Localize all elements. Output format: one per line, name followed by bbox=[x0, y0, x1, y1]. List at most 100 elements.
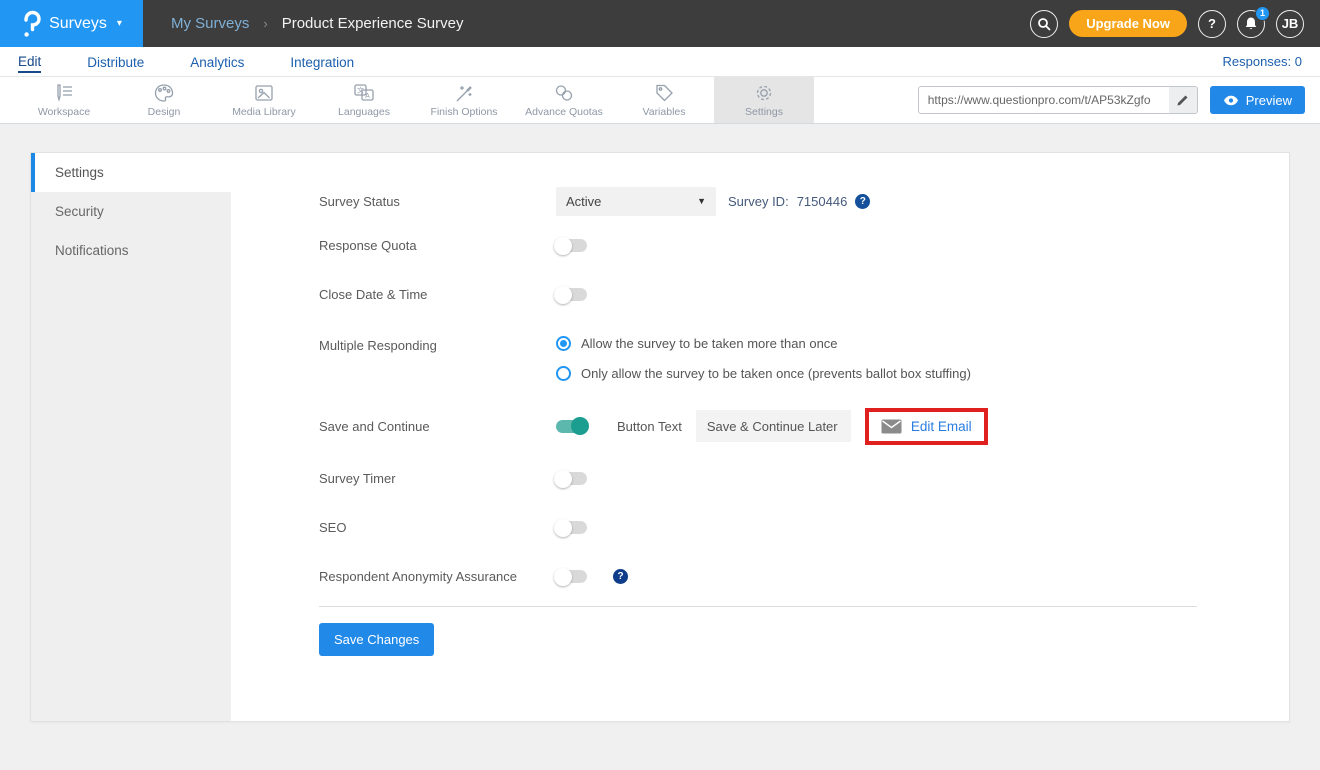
button-text-input[interactable] bbox=[696, 410, 851, 442]
preview-label: Preview bbox=[1246, 93, 1292, 108]
toolbar-label: Workspace bbox=[38, 106, 90, 118]
survey-id-help-icon[interactable]: ? bbox=[855, 194, 870, 209]
sidebar-item-label: Notifications bbox=[55, 243, 129, 258]
search-button[interactable] bbox=[1030, 10, 1058, 38]
radio-option-only-once[interactable]: Only allow the survey to be taken once (… bbox=[556, 366, 971, 381]
toolbar-label: Media Library bbox=[232, 106, 296, 118]
toolbar-item-languages[interactable]: 文 A Languages bbox=[314, 77, 414, 123]
settings-panel: Settings Security Notifications Survey S… bbox=[30, 152, 1290, 722]
radio-option-label: Allow the survey to be taken more than o… bbox=[581, 336, 838, 351]
toolbar-item-finish-options[interactable]: Finish Options bbox=[414, 77, 514, 123]
multiple-responding-options: Allow the survey to be taken more than o… bbox=[556, 336, 971, 381]
header-actions: Upgrade Now ? 1 JB bbox=[1030, 10, 1320, 38]
toggle-knob bbox=[571, 417, 589, 435]
survey-id-value: 7150446 bbox=[797, 194, 848, 209]
toggle-knob bbox=[554, 286, 572, 304]
edit-email-link[interactable]: Edit Email bbox=[911, 419, 972, 434]
question-mark-icon: ? bbox=[1208, 16, 1216, 31]
survey-timer-row: Survey Timer bbox=[319, 471, 1197, 486]
toolbar-right: Preview bbox=[918, 77, 1320, 123]
tag-icon bbox=[653, 83, 675, 103]
toolbar-label: Languages bbox=[338, 106, 390, 118]
toolbar-item-settings[interactable]: Settings bbox=[714, 77, 814, 123]
response-quota-toggle[interactable] bbox=[556, 239, 587, 252]
notification-count-badge: 1 bbox=[1255, 6, 1270, 21]
settings-sidebar: Settings Security Notifications bbox=[31, 153, 231, 721]
survey-timer-toggle[interactable] bbox=[556, 472, 587, 485]
magic-wand-icon bbox=[453, 83, 475, 103]
response-quota-row: Response Quota bbox=[319, 238, 1197, 253]
sidebar-item-notifications[interactable]: Notifications bbox=[31, 231, 231, 270]
save-and-continue-row: Save and Continue Button Text Edit Email bbox=[319, 409, 1197, 443]
sidebar-item-settings[interactable]: Settings bbox=[31, 153, 231, 192]
sidebar-item-label: Settings bbox=[55, 165, 104, 180]
anonymity-toggle[interactable] bbox=[556, 570, 587, 583]
section-nav: Edit Distribute Analytics Integration Re… bbox=[0, 47, 1320, 76]
survey-id-group: Survey ID: 7150446 ? bbox=[728, 194, 870, 209]
edit-toolbar: Workspace Design Media Library 文 A Langu… bbox=[0, 76, 1320, 124]
user-avatar[interactable]: JB bbox=[1276, 10, 1304, 38]
toolbar-item-media-library[interactable]: Media Library bbox=[214, 77, 314, 123]
toolbar-item-advance-quotas[interactable]: Advance Quotas bbox=[514, 77, 614, 123]
edit-email-highlight-box: Edit Email bbox=[865, 408, 988, 445]
radio-unselected-icon bbox=[556, 366, 571, 381]
avatar-initials: JB bbox=[1282, 16, 1299, 31]
tab-edit[interactable]: Edit bbox=[18, 50, 41, 73]
form-divider bbox=[319, 606, 1197, 607]
seo-row: SEO bbox=[319, 520, 1197, 535]
breadcrumb-my-surveys[interactable]: My Surveys bbox=[171, 15, 249, 32]
anonymity-help-icon[interactable]: ? bbox=[613, 569, 628, 584]
design-palette-icon bbox=[153, 83, 175, 103]
top-header: Surveys ▾ My Surveys › Product Experienc… bbox=[0, 0, 1320, 47]
help-button[interactable]: ? bbox=[1198, 10, 1226, 38]
questionpro-logo-icon bbox=[21, 10, 41, 38]
sidebar-item-label: Security bbox=[55, 204, 104, 219]
toolbar-item-workspace[interactable]: Workspace bbox=[14, 77, 114, 123]
toolbar-label: Settings bbox=[745, 106, 783, 118]
close-date-label: Close Date & Time bbox=[319, 287, 556, 302]
seo-toggle[interactable] bbox=[556, 521, 587, 534]
response-quota-label: Response Quota bbox=[319, 238, 556, 253]
survey-status-row: Survey Status Active ▼ Survey ID: 715044… bbox=[319, 186, 1197, 216]
survey-status-dropdown[interactable]: Active ▼ bbox=[556, 187, 716, 216]
upgrade-now-button[interactable]: Upgrade Now bbox=[1069, 10, 1187, 37]
sidebar-item-security[interactable]: Security bbox=[31, 192, 231, 231]
workspace-icon bbox=[53, 83, 75, 103]
seo-label: SEO bbox=[319, 520, 556, 535]
breadcrumb-current-survey: Product Experience Survey bbox=[282, 15, 464, 32]
preview-button[interactable]: Preview bbox=[1210, 86, 1305, 114]
product-switcher[interactable]: Surveys ▾ bbox=[0, 0, 143, 47]
toolbar-label: Finish Options bbox=[430, 106, 497, 118]
tab-integration[interactable]: Integration bbox=[290, 51, 354, 72]
search-icon bbox=[1037, 17, 1051, 31]
radio-option-label: Only allow the survey to be taken once (… bbox=[581, 366, 971, 381]
tab-analytics[interactable]: Analytics bbox=[190, 51, 244, 72]
toolbar-label: Design bbox=[148, 106, 181, 118]
settings-gear-icon bbox=[753, 83, 775, 103]
notifications-button[interactable]: 1 bbox=[1237, 10, 1265, 38]
survey-url-box bbox=[918, 86, 1198, 114]
survey-timer-label: Survey Timer bbox=[319, 471, 556, 486]
chevron-down-icon: ▼ bbox=[697, 196, 706, 206]
tab-distribute[interactable]: Distribute bbox=[87, 51, 144, 72]
save-changes-button[interactable]: Save Changes bbox=[319, 623, 434, 656]
save-and-continue-label: Save and Continue bbox=[319, 419, 556, 434]
edit-url-button[interactable] bbox=[1169, 87, 1197, 113]
radio-option-allow-multiple[interactable]: Allow the survey to be taken more than o… bbox=[556, 336, 971, 351]
close-date-toggle[interactable] bbox=[556, 288, 587, 301]
eye-icon bbox=[1223, 95, 1239, 106]
envelope-icon bbox=[881, 419, 902, 434]
survey-status-label: Survey Status bbox=[319, 194, 556, 209]
chevron-down-icon: ▾ bbox=[117, 18, 122, 29]
toolbar-item-variables[interactable]: Variables bbox=[614, 77, 714, 123]
survey-id-label: Survey ID: bbox=[728, 194, 789, 209]
anonymity-label: Respondent Anonymity Assurance bbox=[319, 569, 556, 584]
settings-form: Survey Status Active ▼ Survey ID: 715044… bbox=[231, 153, 1289, 721]
toggle-knob bbox=[554, 519, 572, 537]
save-and-continue-toggle[interactable] bbox=[556, 420, 587, 433]
toolbar-item-design[interactable]: Design bbox=[114, 77, 214, 123]
product-label: Surveys bbox=[49, 15, 107, 33]
svg-text:A: A bbox=[365, 92, 370, 99]
survey-url-input[interactable] bbox=[919, 93, 1169, 107]
multiple-responding-label: Multiple Responding bbox=[319, 336, 556, 353]
